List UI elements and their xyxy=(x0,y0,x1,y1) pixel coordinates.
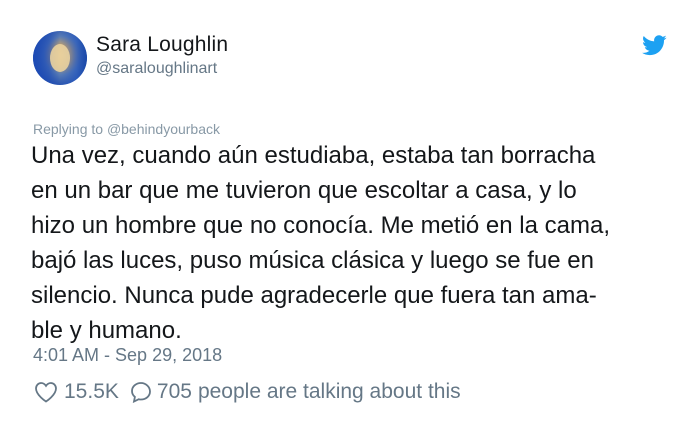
tweet-text-line: en un bar que me tuvieron que escoltar a… xyxy=(31,177,577,204)
tweet-text-line: hizo un hombre que no conocía. Me metió … xyxy=(31,212,610,239)
twitter-bird-icon[interactable] xyxy=(642,35,667,56)
tweet-text-line: silencio. Nunca pude agradecerle que fue… xyxy=(31,282,597,309)
avatar[interactable] xyxy=(33,31,87,85)
speech-bubble-icon[interactable] xyxy=(130,381,152,403)
replying-mention-link[interactable]: @behindyourback xyxy=(107,121,220,137)
like-count[interactable]: 15.5K xyxy=(64,380,119,404)
tweet-text-line: bajó las luces, puso música clásica y lu… xyxy=(31,247,594,274)
avatar-face xyxy=(50,44,70,72)
heart-icon[interactable] xyxy=(34,381,58,403)
author-handle[interactable]: @saraloughlinart xyxy=(96,60,217,78)
talking-about-text[interactable]: people are talking about this xyxy=(198,380,461,404)
tweet-actions: 15.5K 705 people are talking about this xyxy=(34,380,461,404)
tweet-text: Una vez, cuando aún estudiaba, estaba ta… xyxy=(31,138,691,348)
tweet-text-line: ble y humano. xyxy=(31,317,182,344)
author-name[interactable]: Sara Loughlin xyxy=(96,33,228,57)
tweet-timestamp[interactable]: 4:01 AM - Sep 29, 2018 xyxy=(33,345,222,366)
tweet-text-line: Una vez, cuando aún estudiaba, estaba ta… xyxy=(31,142,596,169)
reply-count[interactable]: 705 xyxy=(157,380,192,404)
replying-prefix: Replying to xyxy=(33,121,104,137)
replying-to: Replying to @behindyourback xyxy=(33,121,220,137)
